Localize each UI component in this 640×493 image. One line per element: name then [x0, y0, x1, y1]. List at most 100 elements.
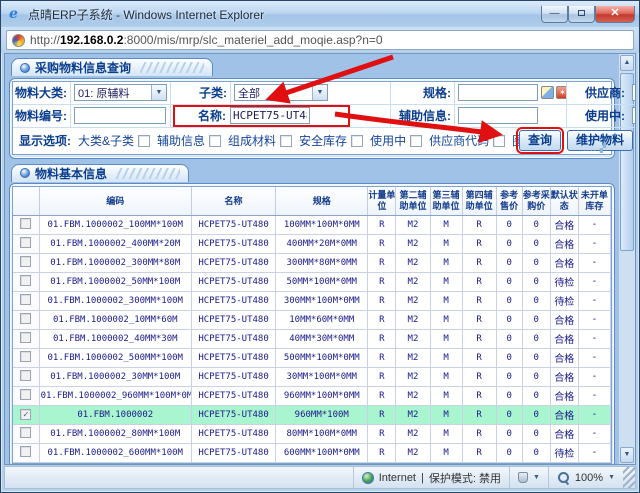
- display-option-checkbox[interactable]: [138, 135, 150, 147]
- table-row[interactable]: 01.FBM.1000002_30MM*100MHCPET75-UT48030M…: [13, 367, 611, 386]
- chevron-down-icon[interactable]: ▼: [533, 474, 540, 481]
- cell-purchase_price: 0: [522, 215, 550, 234]
- cell-code: 01.FBM.1000002_960MM*100M*0MM: [39, 386, 191, 405]
- cell-unit: R: [368, 329, 396, 348]
- cell-status: 合格: [550, 329, 578, 348]
- title-bar[interactable]: e 点晴ERP子系统 - Windows Internet Explorer —…: [1, 1, 639, 27]
- minimize-button[interactable]: —: [541, 6, 568, 23]
- cell-purchase_price: 0: [522, 443, 550, 462]
- site-favicon-icon: [12, 34, 25, 47]
- row-checkbox[interactable]: [20, 351, 31, 362]
- cell-aux3: M: [430, 310, 462, 329]
- table-row[interactable]: 01.FBM.1000002_960MM*100M*0MMHCPET75-UT4…: [13, 386, 611, 405]
- display-option-checkbox[interactable]: [351, 135, 363, 147]
- subcategory-select[interactable]: 全部 ▼: [234, 84, 328, 101]
- lookup-icon[interactable]: [541, 86, 554, 99]
- display-option-label: 供应商代码: [429, 132, 489, 149]
- display-option-checkbox[interactable]: [209, 135, 221, 147]
- cell-spec: 300MM*100M*0MM: [276, 291, 368, 310]
- maximize-button[interactable]: [568, 6, 595, 23]
- cell-stock: -: [578, 215, 610, 234]
- row-checkbox[interactable]: [20, 446, 31, 457]
- cell-code: 01.FBM.1000002_40MM*30M: [39, 329, 191, 348]
- table-row[interactable]: ✓01.FBM.1000002HCPET75-UT480960MM*100MRM…: [13, 405, 611, 424]
- cell-code: 01.FBM.1000002_300MM*80M: [39, 253, 191, 272]
- cell-aux4: R: [462, 291, 496, 310]
- cell-name: HCPET75-UT480: [191, 234, 275, 253]
- status-bar: Internet | 保护模式: 禁用 ▼ 100% ▼: [4, 466, 636, 489]
- row-checkbox[interactable]: [20, 294, 31, 305]
- column-header: 未开单库存: [578, 187, 610, 215]
- cell-unit: R: [368, 443, 396, 462]
- protected-mode-label: 保护模式: 禁用: [429, 470, 501, 486]
- table-row[interactable]: 01.FBM.1000002_10MM*60MHCPET75-UT48010MM…: [13, 310, 611, 329]
- column-header: 第四辅助单位: [462, 187, 496, 215]
- window-resize-grip[interactable]: [623, 467, 635, 488]
- row-checkbox[interactable]: [20, 256, 31, 267]
- display-option-checkbox[interactable]: [410, 135, 422, 147]
- table-row[interactable]: 01.FBM.1000002_600MM*100MHCPET75-UT48060…: [13, 443, 611, 462]
- cell-aux3: M: [430, 272, 462, 291]
- cell-unit: R: [368, 253, 396, 272]
- row-checkbox[interactable]: [20, 218, 31, 229]
- material-table: 编码名称规格计量单位第二辅助单位第三辅助单位第四辅助单位参考售价参考采购价默认状…: [13, 187, 611, 463]
- row-checkbox-cell: [13, 329, 39, 348]
- checkbox-column-header: [13, 187, 39, 215]
- chevron-down-icon[interactable]: ▼: [312, 85, 327, 100]
- table-row[interactable]: 01.FBM.1000002_300MM*100MHCPET75-UT48030…: [13, 291, 611, 310]
- window-icon: e: [9, 7, 23, 21]
- scroll-down-arrow-icon[interactable]: ▼: [620, 447, 634, 463]
- url-input[interactable]: http://192.168.0.2:8000/mis/mrp/slc_mate…: [6, 30, 634, 50]
- name-input[interactable]: [230, 107, 310, 124]
- table-row[interactable]: 01.FBM.1000002_400MM*20MHCPET75-UT480400…: [13, 234, 611, 253]
- table-row[interactable]: 01.FBM.1000002_80MM*100MHCPET75-UT48080M…: [13, 424, 611, 443]
- cell-aux2: M2: [396, 253, 430, 272]
- close-button[interactable]: ✕: [595, 6, 635, 23]
- aux-info-input[interactable]: [458, 107, 538, 124]
- display-option-checkbox[interactable]: [493, 135, 505, 147]
- display-option-checkbox[interactable]: [280, 135, 292, 147]
- row-checkbox[interactable]: [20, 370, 31, 381]
- table-row[interactable]: 01.FBM.1000002_300MM*80MHCPET75-UT480300…: [13, 253, 611, 272]
- chevron-down-icon[interactable]: ▼: [151, 85, 166, 100]
- material-category-select[interactable]: 01: 原辅料 ▼: [74, 84, 167, 101]
- row-checkbox-cell: [13, 234, 39, 253]
- chevron-down-icon[interactable]: ▼: [608, 474, 615, 481]
- row-checkbox[interactable]: [20, 427, 31, 438]
- table-row[interactable]: 01.FBM.1000002_100MM*100MHCPET75-UT48010…: [13, 215, 611, 234]
- row-checkbox[interactable]: [20, 389, 31, 400]
- aux-info-label: 辅助信息:: [391, 105, 455, 128]
- table-row[interactable]: 01.FBM.1000002_50MM*100MHCPET75-UT48050M…: [13, 272, 611, 291]
- row-checkbox[interactable]: [20, 237, 31, 248]
- row-checkbox[interactable]: [20, 332, 31, 343]
- cell-status: 合格: [550, 310, 578, 329]
- supplier-input[interactable]: [632, 84, 635, 101]
- cell-sale_price: 0: [496, 386, 522, 405]
- cell-aux3: M: [430, 367, 462, 386]
- column-header: 名称: [191, 187, 275, 215]
- clear-icon[interactable]: [556, 86, 567, 99]
- row-checkbox[interactable]: [20, 313, 31, 324]
- name-label: 名称:: [174, 107, 226, 124]
- cell-name: HCPET75-UT480: [191, 424, 275, 443]
- row-checkbox[interactable]: [20, 275, 31, 286]
- query-button[interactable]: 查询: [519, 130, 561, 151]
- cell-purchase_price: 0: [522, 367, 550, 386]
- spec-input[interactable]: [458, 84, 538, 101]
- security-report-pane[interactable]: ▼: [509, 467, 548, 488]
- cell-spec: 600MM*100M*0MM: [276, 443, 368, 462]
- row-checkbox[interactable]: ✓: [20, 409, 31, 420]
- table-row[interactable]: 01.FBM.1000002_40MM*30MHCPET75-UT48040MM…: [13, 329, 611, 348]
- cell-aux2: M2: [396, 367, 430, 386]
- address-bar: http://192.168.0.2:8000/mis/mrp/slc_mate…: [1, 27, 639, 53]
- material-code-input[interactable]: [74, 107, 166, 124]
- column-header: 第二辅助单位: [396, 187, 430, 215]
- cell-status: 合格: [550, 367, 578, 386]
- scroll-up-arrow-icon[interactable]: ▲: [620, 55, 634, 71]
- cell-purchase_price: 0: [522, 253, 550, 272]
- in-use-select[interactable]: 是 ▼: [632, 107, 635, 124]
- maximize-icon: [578, 10, 585, 16]
- table-row[interactable]: 01.FBM.1000002_500MM*100MHCPET75-UT48050…: [13, 348, 611, 367]
- zoom-pane[interactable]: 100% ▼: [548, 467, 623, 488]
- cell-code: 01.FBM.1000002_300MM*100M: [39, 291, 191, 310]
